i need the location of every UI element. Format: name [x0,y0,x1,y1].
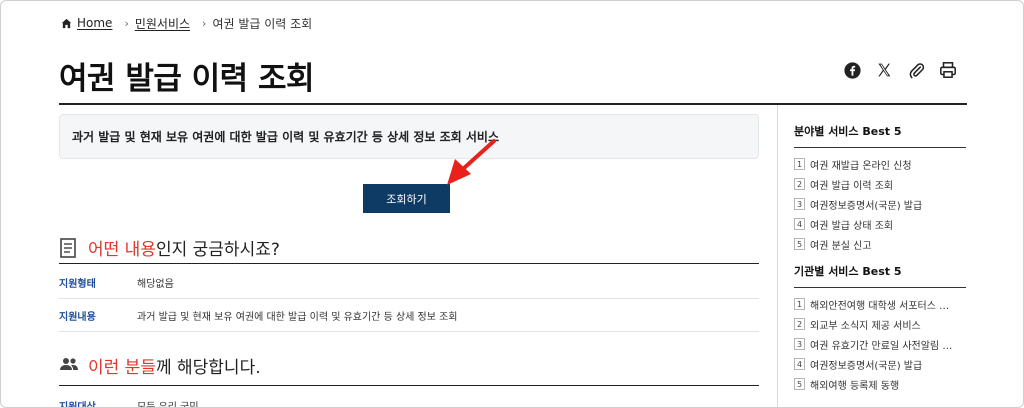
attach-icon[interactable] [907,61,925,79]
home-icon [61,18,72,29]
page-frame: Home › 민원서비스 › 여권 발급 이력 조회 여권 발급 이력 조회 과… [0,0,1024,408]
sidebar-field-title: 분야별 서비스 Best 5 [794,125,902,138]
section-content-text: 인지 궁금하시죠? [155,240,280,260]
breadcrumb-home[interactable]: Home [61,16,112,30]
rank-badge: 3 [794,338,805,350]
sidebar-field-item[interactable]: 3 여권정보증명서(국문) 발급 [794,194,966,214]
summary-text: 과거 발급 및 현재 보유 여권에 대한 발급 이력 및 유효기간 등 상세 정… [72,130,499,144]
row-label: 지원형태 [59,279,96,290]
annotation-arrow-icon [447,139,496,185]
breadcrumb: Home › 민원서비스 › 여권 발급 이력 조회 [61,13,312,33]
sidebar-item-label: 여권정보증명서(국문) 발급 [810,200,923,212]
chevron-right-icon: › [124,16,129,30]
sidebar-item-label: 여권 재발급 온라인 신청 [810,160,912,172]
table-row: 지원대상 모든 우리 국민 [59,389,759,408]
people-icon [59,356,79,376]
table-row: 지원형태 해당없음 [59,267,759,299]
rank-badge: 2 [794,318,805,330]
title-divider [59,103,967,105]
sidebar-item-label: 해외여행 등록제 동행 [810,380,900,392]
rank-badge: 4 [794,218,805,230]
service-summary: 과거 발급 및 현재 보유 여권에 대한 발급 이력 및 유효기간 등 상세 정… [59,114,759,159]
sidebar-org-item[interactable]: 4 여권정보증명서(국문) 발급 [794,354,966,374]
section-content-heading: 어떤 내용 인지 궁금하시죠? [59,235,280,260]
section-content-accent: 어떤 내용 [88,240,156,260]
row-value: 모든 우리 국민 [137,401,199,408]
sidebar-item-label: 해외안전여행 대학생 서포터스 … [810,300,950,312]
rank-badge: 1 [794,158,805,170]
rank-badge: 2 [794,178,805,190]
sidebar-field-item[interactable]: 2 여권 발급 이력 조회 [794,174,966,194]
facebook-icon[interactable] [843,61,861,79]
sidebar-rule [794,147,966,148]
sidebar-divider [777,105,778,407]
print-icon[interactable] [939,61,957,79]
sidebar-org-title: 기관별 서비스 Best 5 [794,265,902,278]
sidebar-org-item[interactable]: 2 외교부 소식지 제공 서비스 [794,314,966,334]
share-toolbar [843,61,957,79]
sidebar-field-best: 분야별 서비스 Best 5 1 여권 재발급 온라인 신청 2 여권 발급 이력 … [794,123,966,254]
sidebar-rule [794,287,966,288]
sidebar-item-label: 여권 발급 상태 조회 [810,220,894,232]
section-target-text: 께 해당합니다. [155,358,261,378]
page-title: 여권 발급 이력 조회 [59,61,315,97]
rank-badge: 5 [794,238,805,250]
rank-badge: 5 [794,378,805,390]
sidebar-item-label: 여권 발급 이력 조회 [810,180,894,192]
section-divider [59,385,759,386]
sidebar-field-item[interactable]: 1 여권 재발급 온라인 신청 [794,154,966,174]
chevron-right-icon: › [202,16,207,30]
breadcrumb-section-link[interactable]: 민원서비스 [135,15,190,32]
row-label: 지원내용 [59,312,96,323]
sidebar-item-label: 여권 분실 신고 [810,240,872,252]
sidebar-org-item[interactable]: 5 해외여행 등록제 동행 [794,374,966,394]
rank-badge: 1 [794,298,805,310]
section-target-accent: 이런 분들 [88,358,156,378]
rank-badge: 3 [794,198,805,210]
sidebar-org-item[interactable]: 3 여권 유효기간 만료일 사전알림 … [794,334,966,354]
x-icon[interactable] [875,61,893,79]
lookup-button[interactable]: 조회하기 [363,184,450,213]
section-target-heading: 이런 분들 께 해당합니다. [59,353,261,378]
sidebar-org-item[interactable]: 1 해외안전여행 대학생 서포터스 … [794,294,966,314]
sidebar-field-item[interactable]: 5 여권 분실 신고 [794,234,966,254]
row-value: 과거 발급 및 현재 보유 여권에 대한 발급 이력 및 유효기간 등 상세 정… [137,312,458,323]
row-label: 지원대상 [59,401,96,408]
sidebar-org-best: 기관별 서비스 Best 5 1 해외안전여행 대학생 서포터스 … 2 외교부 소… [794,263,966,394]
sidebar-item-label: 여권 유효기간 만료일 사전알림 … [810,340,953,352]
table-row: 지원내용 과거 발급 및 현재 보유 여권에 대한 발급 이력 및 유효기간 등… [59,300,759,332]
section-divider [59,263,759,264]
row-value: 해당없음 [137,279,174,290]
rank-badge: 4 [794,358,805,370]
sidebar-item-label: 외교부 소식지 제공 서비스 [810,320,921,332]
document-icon [59,237,79,258]
breadcrumb-home-link[interactable]: Home [77,16,112,30]
breadcrumb-current: 여권 발급 이력 조회 [212,16,313,31]
sidebar-field-item[interactable]: 4 여권 발급 상태 조회 [794,214,966,234]
sidebar-item-label: 여권정보증명서(국문) 발급 [810,360,923,372]
